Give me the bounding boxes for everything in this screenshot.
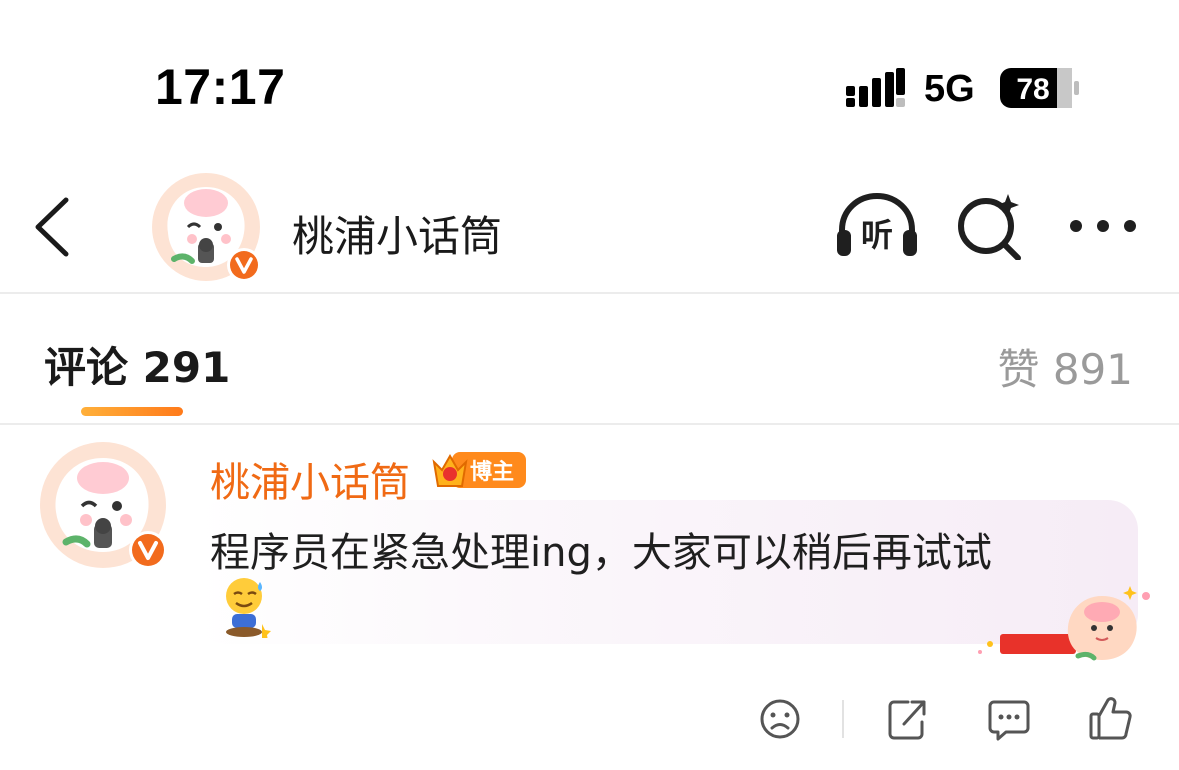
dislike-button[interactable] bbox=[758, 694, 802, 744]
like-icon bbox=[1089, 697, 1132, 740]
share-icon bbox=[888, 700, 926, 740]
chevron-left-icon bbox=[35, 197, 69, 257]
account-avatar[interactable] bbox=[152, 173, 264, 285]
headphones-icon: 听 bbox=[837, 192, 917, 256]
ai-search-icon bbox=[958, 194, 1021, 260]
active-tab-indicator bbox=[81, 407, 183, 416]
tabs-divider bbox=[0, 423, 1179, 425]
network-type: 5G bbox=[924, 68, 975, 110]
header-divider bbox=[0, 292, 1179, 294]
comment-author[interactable]: 桃浦小话筒 bbox=[210, 450, 410, 508]
comment-text: 程序员在紧急处理ing，大家可以稍后再试试 bbox=[210, 530, 992, 576]
comment-avatar[interactable] bbox=[40, 442, 170, 572]
battery-level: 78 bbox=[1016, 73, 1049, 106]
more-button[interactable] bbox=[1066, 206, 1140, 246]
status-time: 17:17 bbox=[155, 59, 286, 115]
peach-sticker-decoration bbox=[970, 582, 1154, 666]
like-button[interactable] bbox=[1088, 694, 1134, 744]
more-dots-icon bbox=[1070, 220, 1136, 232]
ai-search-button[interactable] bbox=[956, 190, 1024, 260]
dislike-icon bbox=[760, 699, 800, 739]
back-button[interactable] bbox=[26, 192, 82, 262]
action-separator bbox=[842, 700, 844, 738]
tab-likes[interactable]: 赞 891 bbox=[997, 336, 1133, 397]
sweat-smile-emoji bbox=[220, 576, 272, 638]
share-button[interactable] bbox=[884, 694, 930, 744]
comment-icon bbox=[988, 700, 1030, 741]
listen-label: 听 bbox=[861, 216, 893, 254]
account-name: 桃浦小话筒 bbox=[292, 212, 503, 261]
listen-button[interactable]: 听 bbox=[834, 190, 920, 262]
battery-icon: 78 bbox=[999, 66, 1081, 110]
signal-strength-icon bbox=[846, 68, 906, 108]
author-badge: 博主 bbox=[430, 448, 528, 492]
comment-button[interactable] bbox=[986, 694, 1032, 744]
tab-comments[interactable]: 评论 291 bbox=[44, 334, 230, 395]
author-badge-label: 博主 bbox=[470, 459, 514, 485]
